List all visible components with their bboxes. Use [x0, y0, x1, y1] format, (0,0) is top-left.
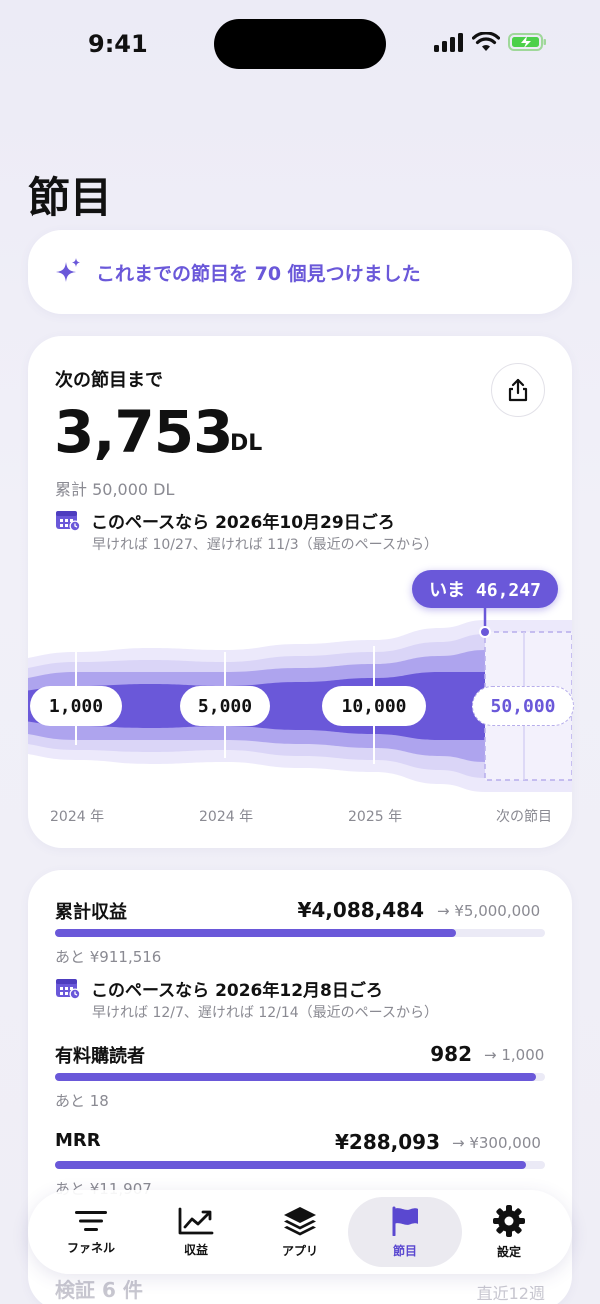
trend-chart-icon — [178, 1207, 214, 1234]
stat-revenue-name: 累計収益 — [55, 902, 127, 923]
tab-apps-label: アプリ — [281, 1243, 318, 1258]
stat-mrr-bar-fill — [55, 1161, 526, 1169]
remaining-unit: DL — [230, 431, 263, 456]
stat-subscribers-remaining: あと 18 — [55, 1092, 109, 1110]
tab-apps[interactable]: アプリ — [243, 1197, 357, 1267]
flag-icon — [392, 1206, 418, 1236]
milestone-pill-next[interactable]: 50,000 — [472, 686, 574, 726]
forecast-date: このペースなら 2026年10月29日ごろ — [91, 513, 395, 533]
stat-revenue-value: ¥4,088,484 — [297, 898, 424, 922]
milestone-pill-2[interactable]: 5,000 — [180, 686, 270, 726]
tab-settings-label: 設定 — [496, 1244, 521, 1259]
remaining-count: 3,753 — [54, 398, 233, 466]
layers-icon — [284, 1206, 316, 1235]
forecast-row: このペースなら 2026年10月29日ごろ — [55, 508, 395, 533]
gear-icon — [493, 1204, 525, 1237]
x-axis-label-3: 2025 年 — [348, 809, 403, 825]
tab-bar: ファネル 収益 アプリ 節目 設定 — [28, 1190, 572, 1274]
stat-subscribers-bar-fill — [55, 1073, 537, 1081]
now-marker — [479, 626, 491, 638]
status-time: 9:41 — [88, 30, 148, 58]
cellular-signal-icon — [434, 33, 463, 52]
sparkles-icon — [56, 258, 80, 282]
dynamic-island — [214, 19, 386, 69]
funnel-lines-icon — [75, 1210, 107, 1231]
milestone-pill-3[interactable]: 10,000 — [322, 686, 426, 726]
stat-mrr-target: → ¥300,000 — [452, 1134, 541, 1152]
page-title: 節目 — [28, 173, 113, 222]
calendar-clock-icon — [56, 511, 81, 532]
stat-mrr-bar — [55, 1161, 545, 1169]
milestone-total: 累計 50,000 DL — [55, 480, 175, 499]
status-icons — [434, 32, 548, 52]
x-axis-label-1: 2024 年 — [50, 809, 105, 825]
milestone-pill-1-label: 1,000 — [48, 695, 104, 717]
milestone-pill-2-label: 5,000 — [197, 695, 253, 717]
stat-revenue-remaining: あと ¥911,516 — [55, 948, 162, 966]
tab-milestones-label: 節目 — [392, 1243, 417, 1258]
forecast-range: 早ければ 10/27、遅ければ 11/3（最近のペースから） — [92, 537, 438, 553]
tab-milestones[interactable]: 節目 — [348, 1197, 462, 1267]
tab-revenue[interactable]: 収益 — [139, 1197, 253, 1267]
x-axis-label-next: 次の節目 — [496, 809, 552, 825]
validation-count: 検証 6 件 — [55, 1278, 143, 1302]
milestone-pill-next-label: 50,000 — [490, 695, 556, 717]
stat-mrr-value: ¥288,093 — [334, 1130, 440, 1154]
stat-subscribers-value: 982 — [430, 1042, 472, 1066]
milestone-pill-1[interactable]: 1,000 — [30, 686, 122, 726]
now-badge: いま 46,247 — [412, 570, 558, 608]
milestone-pill-3-label: 10,000 — [341, 695, 407, 717]
stat-revenue-bar — [55, 929, 545, 937]
tab-revenue-label: 収益 — [183, 1242, 208, 1257]
stat-mrr-name: MRR — [55, 1130, 101, 1151]
share-icon — [508, 378, 528, 402]
stat-revenue-target: → ¥5,000,000 — [437, 902, 541, 920]
x-axis-label-2: 2024 年 — [199, 809, 254, 825]
next-milestone-label: 次の節目まで — [55, 370, 163, 391]
stat-subscribers-name: 有料購読者 — [55, 1046, 145, 1067]
tab-funnel-label: ファネル — [66, 1240, 115, 1255]
stat-revenue-bar-fill — [55, 929, 456, 937]
revenue-forecast-row: このペースなら 2026年12月8日ごろ — [55, 976, 383, 1001]
tab-funnel[interactable]: ファネル — [34, 1197, 148, 1267]
revenue-forecast-range: 早ければ 12/7、遅ければ 12/14（最近のペースから） — [92, 1005, 438, 1021]
wifi-icon — [472, 32, 500, 51]
recent-weeks: 直近12週 — [476, 1284, 545, 1303]
now-badge-text: いま 46,247 — [429, 580, 541, 601]
banner-text: これまでの節目を 70 個見つけました — [96, 262, 421, 285]
calendar-clock-icon — [56, 979, 81, 1000]
stat-subscribers-bar — [55, 1073, 545, 1081]
tab-settings[interactable]: 設定 — [452, 1197, 566, 1267]
share-button[interactable] — [491, 363, 545, 417]
milestones-found-banner[interactable]: これまでの節目を 70 個見つけました — [28, 230, 572, 314]
battery-charging-icon — [508, 33, 546, 51]
status-bar: 9:41 — [0, 0, 600, 90]
stat-subscribers-target: → 1,000 — [484, 1046, 545, 1064]
revenue-forecast-date: このペースなら 2026年12月8日ごろ — [91, 981, 383, 1001]
